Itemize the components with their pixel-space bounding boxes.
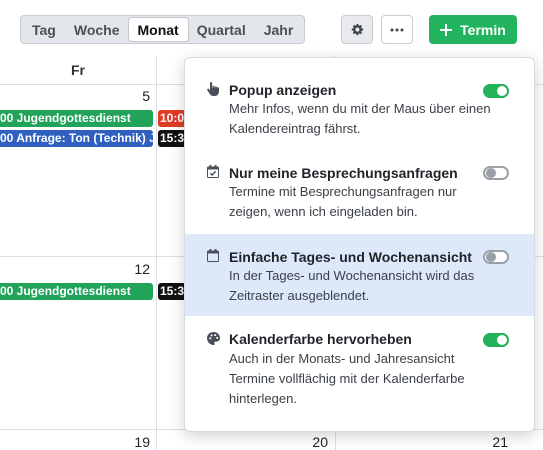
option-popup-anzeigen[interactable]: Popup anzeigen Mehr Infos, wenn du mit d… xyxy=(185,58,534,150)
day-number: 5 xyxy=(142,88,150,104)
day-number: 20 xyxy=(312,434,328,450)
view-week-button[interactable]: Woche xyxy=(65,18,129,41)
divider xyxy=(156,56,157,450)
event-partial[interactable]: 10:0 xyxy=(158,110,186,127)
more-button[interactable] xyxy=(381,15,413,44)
toggle-kalenderfarbe-hervorheben[interactable] xyxy=(483,333,509,347)
new-event-button[interactable]: Termin xyxy=(429,15,517,44)
toggle-nur-meine-besprechungsanfragen[interactable] xyxy=(483,166,509,180)
day-number: 19 xyxy=(134,434,150,450)
option-kalenderfarbe-hervorheben[interactable]: Kalenderfarbe hervorheben Auch in der Mo… xyxy=(185,316,534,431)
calendar-check-icon xyxy=(206,164,220,178)
option-title: Einfache Tages- und Wochenansicht xyxy=(229,249,472,265)
pointer-hand-icon xyxy=(206,82,220,96)
option-description: Auch in der Monats- und Jahresansicht Te… xyxy=(229,351,465,406)
day-number: 21 xyxy=(492,434,508,450)
view-day-button[interactable]: Tag xyxy=(23,18,65,41)
plus-icon xyxy=(440,23,453,36)
event-jugendgottesdienst[interactable]: 00 Jugendgottesdienst xyxy=(0,283,153,300)
palette-icon xyxy=(206,331,220,345)
toggle-einfache-tages-und-wochenansicht[interactable] xyxy=(483,250,509,264)
view-month-button[interactable]: Monat xyxy=(128,18,188,41)
gear-icon xyxy=(351,23,364,35)
calendar-icon xyxy=(206,248,220,262)
option-description: Termine mit Besprechungsanfragen nur zei… xyxy=(229,184,457,219)
option-title: Nur meine Besprechungsanfragen xyxy=(229,165,458,181)
event-partial[interactable]: 15:3 xyxy=(158,283,186,300)
day-number: 12 xyxy=(134,261,150,277)
toggle-popup-anzeigen[interactable] xyxy=(483,84,509,98)
option-description: Mehr Infos, wenn du mit der Maus über ei… xyxy=(229,101,491,136)
event-jugendgottesdienst[interactable]: 00 Jugendgottesdienst xyxy=(0,110,153,127)
option-title: Popup anzeigen xyxy=(229,82,337,98)
option-description: In der Tages- und Wochenansicht wird das… xyxy=(229,268,475,303)
view-quarter-button[interactable]: Quartal xyxy=(188,18,255,41)
option-title: Kalenderfarbe hervorheben xyxy=(229,331,412,347)
option-einfache-tages-und-wochenansicht[interactable]: Einfache Tages- und Wochenansicht In der… xyxy=(185,234,534,316)
settings-button[interactable] xyxy=(341,15,373,44)
event-anfrage-ton[interactable]: 00 Anfrage: Ton (Technik) Jug xyxy=(0,130,153,147)
weekday-header-fr: Fr xyxy=(71,62,85,78)
calendar-settings-popup: Popup anzeigen Mehr Infos, wenn du mit d… xyxy=(184,57,535,432)
more-dots-icon xyxy=(390,28,404,31)
event-partial[interactable]: 15:3 xyxy=(158,130,186,147)
new-event-label: Termin xyxy=(460,21,506,38)
view-switcher: Tag Woche Monat Quartal Jahr xyxy=(20,15,306,44)
view-year-button[interactable]: Jahr xyxy=(255,18,303,41)
option-nur-meine-besprechungsanfragen[interactable]: Nur meine Besprechungsanfragen Termine m… xyxy=(185,150,534,234)
